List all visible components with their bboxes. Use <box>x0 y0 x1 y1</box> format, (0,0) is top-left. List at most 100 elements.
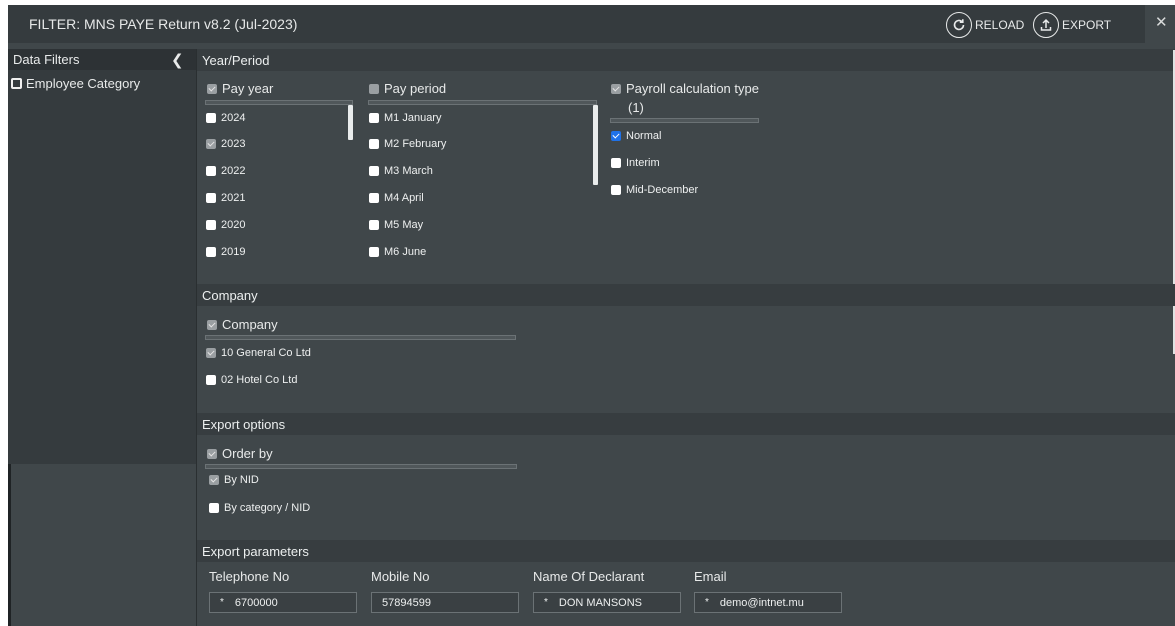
checkbox-icon <box>611 83 621 94</box>
export-icon <box>1033 12 1059 38</box>
checkbox-icon <box>611 158 621 168</box>
option-label: 2022 <box>221 165 246 177</box>
checkbox-icon <box>206 348 216 358</box>
pay-period-group-toggle[interactable]: Pay period <box>369 81 446 96</box>
export-label: EXPORT <box>1062 18 1112 32</box>
pay-year-option[interactable]: 2019 <box>206 246 245 258</box>
checkbox-icon <box>207 448 217 459</box>
telephone-value: 6700000 <box>234 596 278 609</box>
pay-year-group-toggle[interactable]: Pay year <box>207 81 273 96</box>
pay-period-option[interactable]: M1 January <box>369 112 441 124</box>
sidebar-bottom-edge <box>8 464 11 626</box>
company-option[interactable]: 10 General Co Ltd <box>206 347 311 359</box>
pay-year-option[interactable]: 2022 <box>206 165 245 177</box>
email-field[interactable]: * demo@intnet.mu <box>694 592 842 613</box>
section-header-export-parameters: Export parameters <box>197 540 1175 562</box>
close-icon[interactable]: ✕ <box>1155 13 1168 31</box>
checkbox-icon <box>206 139 216 149</box>
declarant-value: DON MANSONS <box>558 596 643 609</box>
filter-dialog: FILTER: MNS PAYE Return v8.2 (Jul-2023) … <box>8 5 1175 626</box>
pay-year-scrollbar[interactable] <box>348 105 353 140</box>
mobile-field[interactable]: 57894599 <box>371 592 519 613</box>
section-header-export-options: Export options <box>197 413 1175 435</box>
export-button[interactable]: EXPORT <box>1033 11 1111 39</box>
pay-period-option[interactable]: M5 May <box>369 219 423 231</box>
pay-year-option[interactable]: 2021 <box>206 192 245 204</box>
payroll-calc-option[interactable]: Normal <box>611 130 661 142</box>
checkbox-icon <box>209 475 219 485</box>
checkbox-icon <box>206 247 216 257</box>
option-label: By category / NID <box>224 502 311 514</box>
reload-icon <box>946 12 972 38</box>
checkbox-icon <box>369 220 379 230</box>
mobile-value: 57894599 <box>382 596 431 609</box>
checkbox-icon <box>206 375 216 385</box>
checkbox-icon <box>206 220 216 230</box>
payroll-calc-group-toggle[interactable]: Payroll calculation type <box>611 81 759 96</box>
pay-period-scrollbar[interactable] <box>593 105 598 185</box>
pay-year-option[interactable]: 2020 <box>206 219 245 231</box>
payroll-calc-title: Payroll calculation type <box>626 81 759 96</box>
pay-period-option[interactable]: M2 February <box>369 138 446 150</box>
payroll-calc-search-bar[interactable] <box>610 118 759 123</box>
option-label: M6 June <box>384 246 427 258</box>
checkbox-icon <box>369 139 379 149</box>
option-label: 2019 <box>221 246 246 258</box>
option-label: M2 February <box>384 138 447 150</box>
order-by-search-bar[interactable] <box>205 464 517 469</box>
order-by-option[interactable]: By NID <box>209 474 259 486</box>
section-header-company: Company <box>197 284 1175 306</box>
checkbox-icon <box>369 83 379 94</box>
telephone-label: Telephone No <box>209 569 290 584</box>
checkbox-icon <box>207 319 217 330</box>
pay-year-option[interactable]: 2023 <box>206 138 245 150</box>
option-label: Normal <box>626 130 662 142</box>
checkbox-icon <box>369 113 379 123</box>
checkbox-icon <box>206 193 216 203</box>
order-by-group-toggle[interactable]: Order by <box>207 446 273 461</box>
sidebar-item-employee-category[interactable]: Employee Category <box>11 76 140 91</box>
payroll-calc-option[interactable]: Interim <box>611 157 660 169</box>
declarant-field[interactable]: * DON MANSONS <box>533 592 681 613</box>
option-label: M1 January <box>384 112 442 124</box>
checkbox-icon <box>611 131 621 141</box>
company-group-toggle[interactable]: Company <box>207 317 278 332</box>
dialog-title: FILTER: MNS PAYE Return v8.2 (Jul-2023) <box>29 16 298 32</box>
pay-period-option[interactable]: M3 March <box>369 165 433 177</box>
sidebar-item-label: Employee Category <box>26 76 141 91</box>
option-label: M4 April <box>384 192 424 204</box>
option-label: 2020 <box>221 219 246 231</box>
option-label: By NID <box>224 474 259 486</box>
checkbox-icon <box>206 113 216 123</box>
declarant-label: Name Of Declarant <box>533 569 645 584</box>
chevron-left-icon[interactable]: ❮ <box>171 51 184 69</box>
pay-year-option[interactable]: 2024 <box>206 112 245 124</box>
dialog-header: FILTER: MNS PAYE Return v8.2 (Jul-2023) … <box>8 5 1145 43</box>
order-by-option[interactable]: By category / NID <box>209 502 310 514</box>
reload-label: RELOAD <box>975 18 1025 32</box>
payroll-calc-option[interactable]: Mid-December <box>611 184 698 196</box>
pay-period-option[interactable]: M6 June <box>369 246 426 258</box>
checkbox-icon <box>369 166 379 176</box>
company-search-bar[interactable] <box>205 335 516 340</box>
option-label: 02 Hotel Co Ltd <box>221 374 298 386</box>
company-title: Company <box>222 317 278 332</box>
telephone-field[interactable]: * 6700000 <box>209 592 357 613</box>
email-label: Email <box>694 569 727 584</box>
required-marker: * <box>220 597 224 608</box>
required-marker: * <box>544 597 548 608</box>
email-value: demo@intnet.mu <box>719 596 804 609</box>
checkbox-icon <box>11 78 22 89</box>
pay-year-search-bar[interactable] <box>205 100 353 105</box>
pay-period-title: Pay period <box>384 81 447 96</box>
pay-period-search-bar[interactable] <box>368 100 597 105</box>
sidebar: Data Filters ❮ Employee Category <box>8 49 196 464</box>
sidebar-title: Data Filters <box>13 52 80 67</box>
pay-year-title: Pay year <box>222 81 274 96</box>
mobile-label: Mobile No <box>371 569 430 584</box>
company-option[interactable]: 02 Hotel Co Ltd <box>206 374 297 386</box>
reload-button[interactable]: RELOAD <box>946 11 1024 39</box>
checkbox-icon <box>369 193 379 203</box>
order-by-title: Order by <box>222 446 273 461</box>
pay-period-option[interactable]: M4 April <box>369 192 424 204</box>
